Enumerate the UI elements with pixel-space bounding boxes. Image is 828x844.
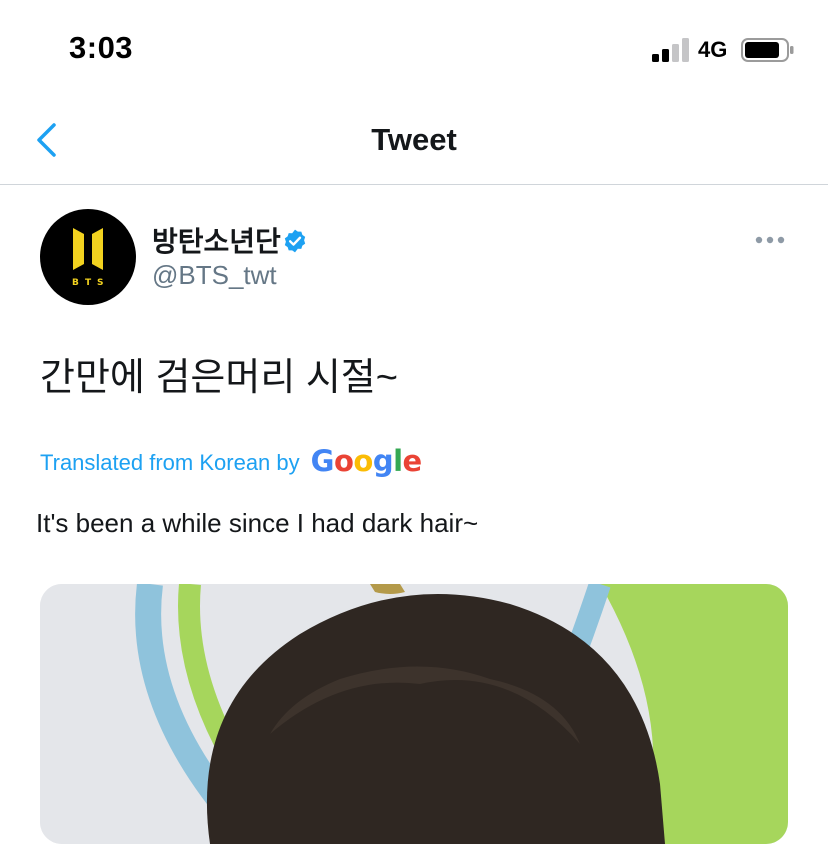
user-handle[interactable]: @BTS_twt bbox=[152, 260, 277, 291]
photo-image bbox=[40, 584, 788, 844]
translation-text: It's been a while since I had dark hair~ bbox=[36, 508, 479, 538]
status-time: 3:03 bbox=[69, 30, 134, 65]
bts-logo-icon: B T S bbox=[72, 228, 103, 288]
more-options-icon[interactable] bbox=[754, 234, 786, 246]
nav-bar: Tweet bbox=[0, 96, 828, 185]
network-type: 4G bbox=[698, 37, 728, 62]
svg-text:B: B bbox=[72, 278, 79, 288]
svg-text:T: T bbox=[85, 278, 92, 288]
translated-label: Translated from Korean by bbox=[40, 450, 300, 475]
google-logo: Google bbox=[310, 444, 423, 478]
svg-text:S: S bbox=[97, 278, 103, 288]
display-name[interactable]: 방탄소년단 bbox=[152, 220, 281, 260]
verified-badge-icon bbox=[284, 229, 306, 253]
translation-attribution[interactable]: Translated from Korean by Google bbox=[40, 444, 423, 480]
avatar[interactable]: B T S bbox=[40, 209, 136, 305]
tweet-photo[interactable] bbox=[40, 584, 788, 844]
signal-strength-icon bbox=[652, 38, 689, 62]
tweet-text: 간만에 검은머리 시절~ bbox=[40, 357, 398, 399]
page-title: Tweet bbox=[371, 122, 457, 157]
battery-icon bbox=[741, 38, 794, 62]
